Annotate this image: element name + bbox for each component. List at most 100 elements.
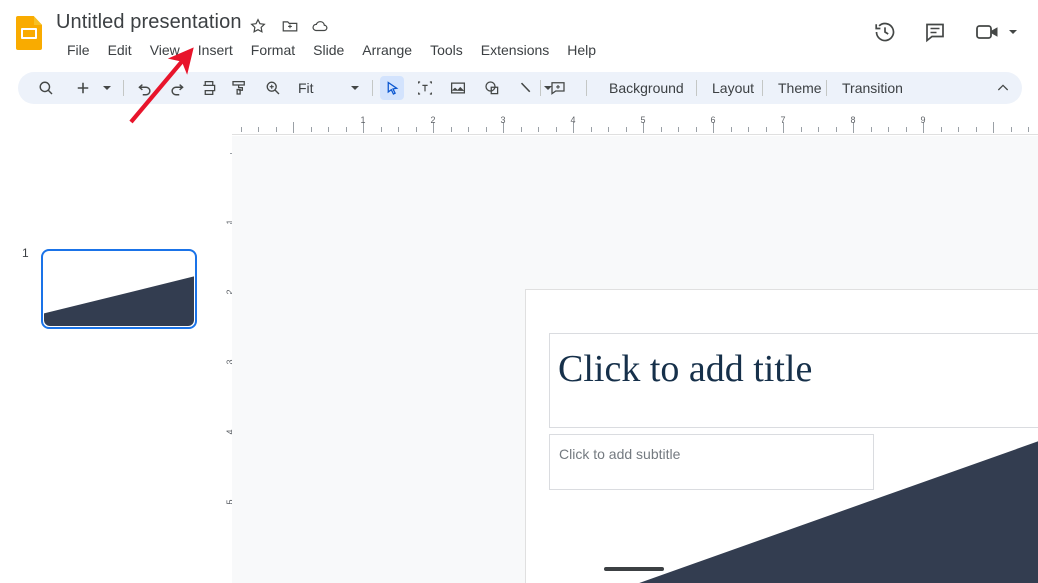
star-icon[interactable] xyxy=(249,17,269,37)
comments-icon[interactable] xyxy=(923,20,947,44)
ruler-baseline xyxy=(232,134,1038,135)
ruler-tick xyxy=(398,127,399,132)
ruler-tick xyxy=(450,127,452,132)
menu-item-edit[interactable]: Edit xyxy=(99,38,141,62)
ruler-label: 5 xyxy=(640,115,646,125)
add-comment-icon[interactable] xyxy=(545,76,571,100)
menu-item-arrange[interactable]: Arrange xyxy=(353,38,421,62)
shape-icon[interactable] xyxy=(479,76,505,100)
menu-item-slide[interactable]: Slide xyxy=(304,38,353,62)
ruler-tick xyxy=(328,127,329,132)
version-history-icon[interactable] xyxy=(873,20,897,44)
menu-item-help[interactable]: Help xyxy=(558,38,605,62)
title-placeholder-box[interactable]: Click to add title xyxy=(549,333,1038,428)
ruler-tick xyxy=(590,127,592,132)
slides-logo-icon xyxy=(14,14,44,54)
ruler-tick xyxy=(905,127,907,132)
line-icon[interactable] xyxy=(513,76,539,100)
ruler-tick xyxy=(730,127,732,132)
new-slide-caret-icon[interactable] xyxy=(98,76,116,100)
ruler-label: 8 xyxy=(850,115,856,125)
ruler-tick xyxy=(310,127,312,132)
menu-item-insert[interactable]: Insert xyxy=(189,38,242,62)
ruler-tick xyxy=(485,127,487,132)
ruler-tick xyxy=(258,127,259,132)
menu-bar: File Edit View Insert Format Slide Arran… xyxy=(58,38,605,62)
ruler-tick xyxy=(520,127,522,132)
ruler-label: 7 xyxy=(780,115,786,125)
ruler-tick xyxy=(293,122,294,133)
current-slide[interactable]: Click to add title Click to add subtitle xyxy=(525,289,1038,583)
meet-dropdown-caret-icon[interactable] xyxy=(1008,28,1018,36)
layout-button[interactable]: Layout xyxy=(704,76,762,100)
ruler-label: 9 xyxy=(920,115,926,125)
ruler-tick xyxy=(695,127,697,132)
ruler-tick xyxy=(975,127,977,132)
menu-item-extensions[interactable]: Extensions xyxy=(472,38,558,62)
ruler-tick xyxy=(835,127,837,132)
undo-icon[interactable] xyxy=(132,76,158,100)
title-bar: Untitled presentation File Edit View Ins… xyxy=(0,0,1038,68)
ruler-label: 2 xyxy=(430,115,436,125)
text-box-icon[interactable] xyxy=(412,76,438,100)
ruler-tick xyxy=(870,127,872,132)
move-to-folder-icon[interactable] xyxy=(281,17,301,37)
ruler-tick xyxy=(538,127,539,132)
slide-thumbnail-1[interactable] xyxy=(41,249,197,329)
background-button[interactable]: Background xyxy=(601,76,692,100)
theme-button[interactable]: Theme xyxy=(770,76,830,100)
ruler-tick xyxy=(958,127,959,132)
ruler-tick xyxy=(468,127,469,132)
slide-thumbnail-shape xyxy=(44,276,194,326)
document-title[interactable]: Untitled presentation xyxy=(56,11,242,34)
collapse-toolbar-icon[interactable] xyxy=(990,76,1016,100)
slide-thumbnail-panel: 1 xyxy=(0,108,232,583)
ruler-label: 3 xyxy=(500,115,506,125)
slide-canvas-area[interactable]: Click to add title Click to add subtitle xyxy=(232,136,1038,583)
ruler-tick xyxy=(818,127,819,132)
ruler-tick xyxy=(415,127,417,132)
zoom-caret-icon[interactable] xyxy=(345,76,365,100)
transition-button[interactable]: Transition xyxy=(834,76,911,100)
ruler-tick xyxy=(993,122,994,133)
ruler-tick xyxy=(625,127,627,132)
search-icon[interactable] xyxy=(32,76,60,100)
zoom-level-value[interactable]: Fit xyxy=(290,76,322,100)
ruler-tick xyxy=(800,127,802,132)
ruler-label: 6 xyxy=(710,115,716,125)
subtitle-placeholder-box[interactable]: Click to add subtitle xyxy=(549,434,874,490)
ruler-tick xyxy=(345,127,347,132)
ruler-tick xyxy=(765,127,767,132)
cloud-saved-icon[interactable] xyxy=(311,17,331,37)
horizontal-ruler[interactable]: 1 2 3 4 5 6 7 8 9 xyxy=(232,114,1038,136)
ruler-tick xyxy=(888,127,889,132)
slide-number: 1 xyxy=(22,246,29,260)
toolbar-divider xyxy=(586,80,587,96)
menu-item-format[interactable]: Format xyxy=(242,38,304,62)
meet-camera-icon[interactable] xyxy=(975,21,1001,43)
new-slide-icon[interactable] xyxy=(70,76,96,100)
select-cursor-icon[interactable] xyxy=(380,76,404,100)
ruler-label: 4 xyxy=(570,115,576,125)
google-slides-window: Untitled presentation File Edit View Ins… xyxy=(0,0,1038,583)
menu-item-view[interactable]: View xyxy=(141,38,189,62)
paint-format-icon[interactable] xyxy=(226,76,252,100)
image-icon[interactable] xyxy=(445,76,471,100)
ruler-tick xyxy=(555,127,557,132)
title-placeholder-text: Click to add title xyxy=(558,348,813,390)
redo-icon[interactable] xyxy=(164,76,190,100)
toolbar-divider xyxy=(826,80,827,96)
ruler-tick xyxy=(748,127,749,132)
ruler-tick xyxy=(240,127,242,132)
toolbar-divider xyxy=(123,80,124,96)
ruler-tick xyxy=(660,127,662,132)
print-icon[interactable] xyxy=(196,76,222,100)
ruler-tick xyxy=(608,127,609,132)
toolbar-divider xyxy=(540,80,541,96)
ruler-tick xyxy=(1028,127,1029,132)
menu-item-file[interactable]: File xyxy=(58,38,99,62)
zoom-icon[interactable] xyxy=(260,76,286,100)
toolbar: Fit Background Layout Theme Transition xyxy=(18,72,1022,104)
menu-item-tools[interactable]: Tools xyxy=(421,38,472,62)
notes-drag-handle[interactable] xyxy=(604,567,664,571)
